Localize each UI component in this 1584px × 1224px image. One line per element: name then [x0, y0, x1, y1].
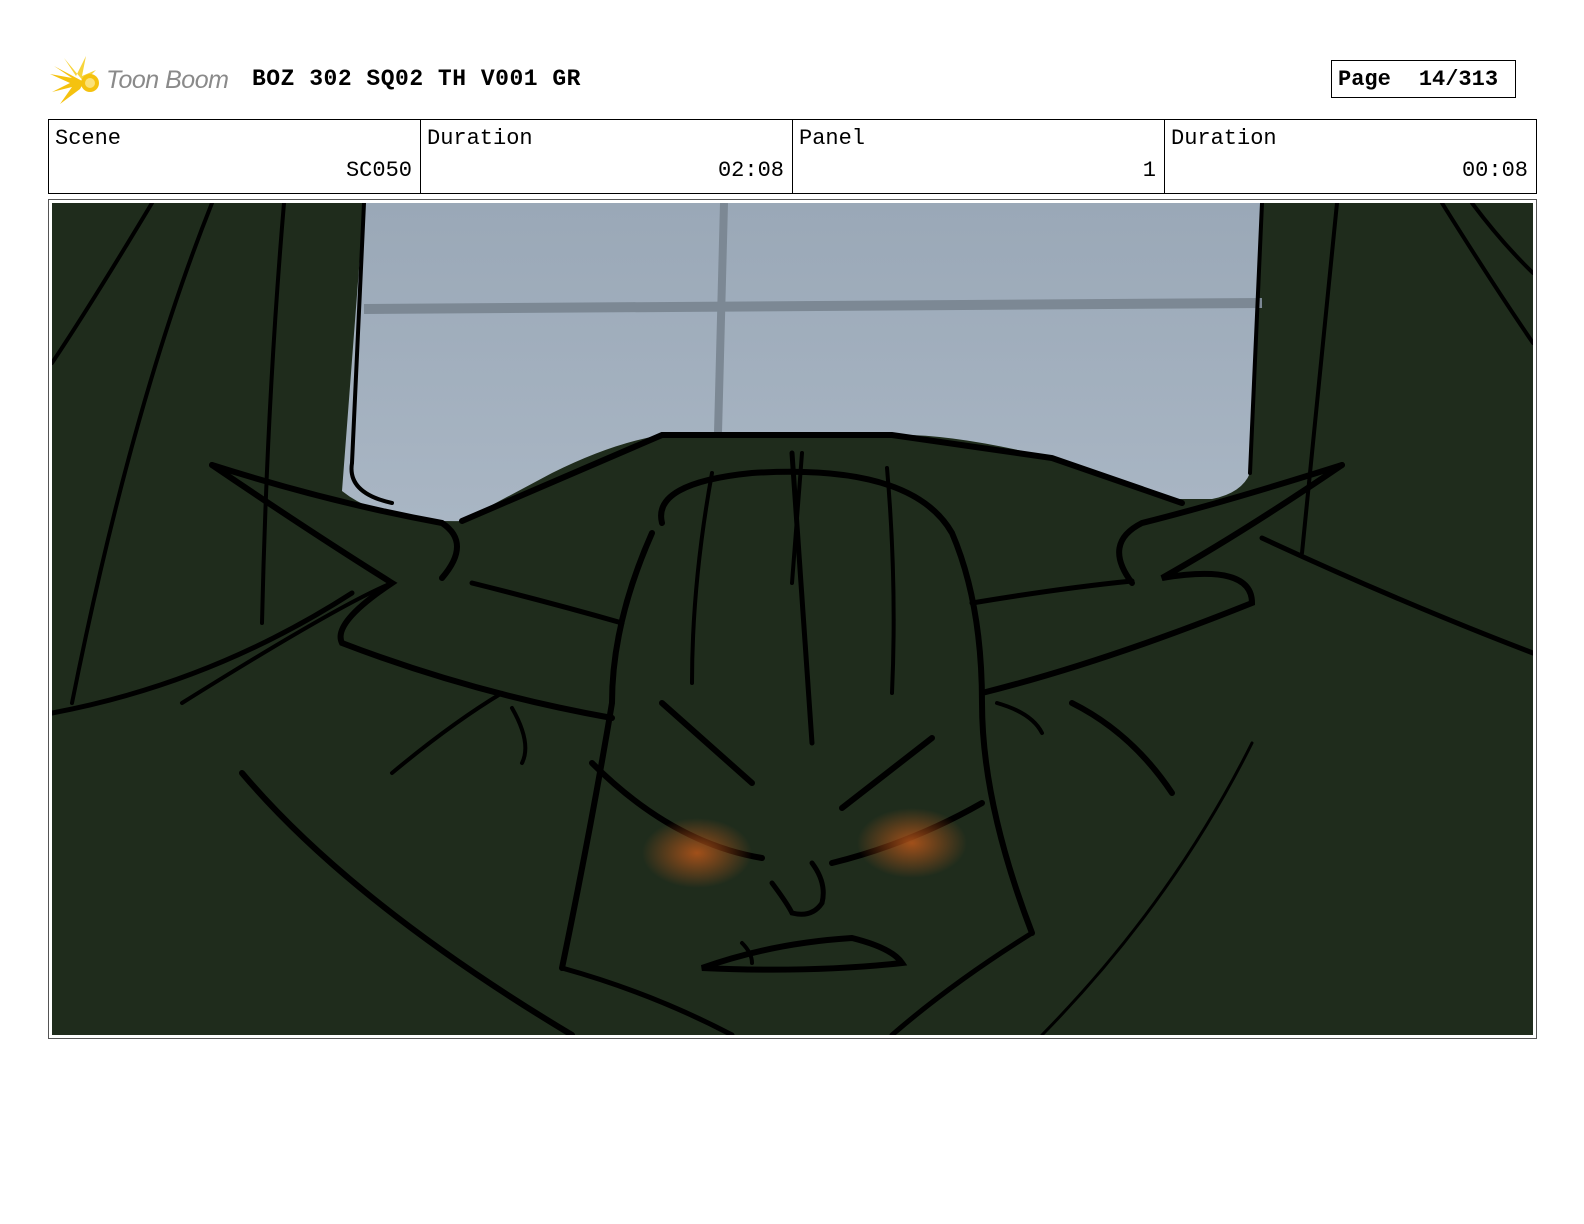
panel-value: 1 — [1142, 158, 1156, 183]
scene-duration-label: Duration — [427, 126, 533, 151]
page-number: 14/313 — [1418, 66, 1499, 92]
document-title: BOZ 302 SQ02 TH V001 GR — [252, 66, 581, 92]
scene-duration-cell: Duration 02:08 — [421, 120, 793, 193]
panel-info-table: Scene SC050 Duration 02:08 Panel 1 Durat… — [48, 119, 1537, 194]
panel-duration-cell: Duration 00:08 — [1165, 120, 1536, 193]
scene-duration-value: 02:08 — [717, 158, 784, 183]
logo-wordmark: Toon Boom — [106, 66, 229, 94]
toon-boom-logo: Toon Boom — [50, 56, 240, 108]
storyboard-panel-image — [52, 203, 1533, 1035]
starburst-icon — [50, 56, 99, 104]
panel-label: Panel — [799, 126, 866, 151]
panel-duration-label: Duration — [1171, 126, 1277, 151]
page-label: Page — [1338, 66, 1391, 92]
page-header: Toon Boom BOZ 302 SQ02 TH V001 GR Page 1… — [48, 54, 1537, 104]
storyboard-panel-frame — [48, 199, 1537, 1039]
panel-duration-value: 00:08 — [1461, 158, 1528, 183]
creature-sketch — [52, 203, 1533, 1035]
scene-label: Scene — [55, 126, 122, 151]
scene-cell: Scene SC050 — [49, 120, 421, 193]
panel-cell: Panel 1 — [793, 120, 1165, 193]
scene-value: SC050 — [345, 158, 412, 183]
page-indicator: Page 14/313 — [1331, 60, 1516, 98]
